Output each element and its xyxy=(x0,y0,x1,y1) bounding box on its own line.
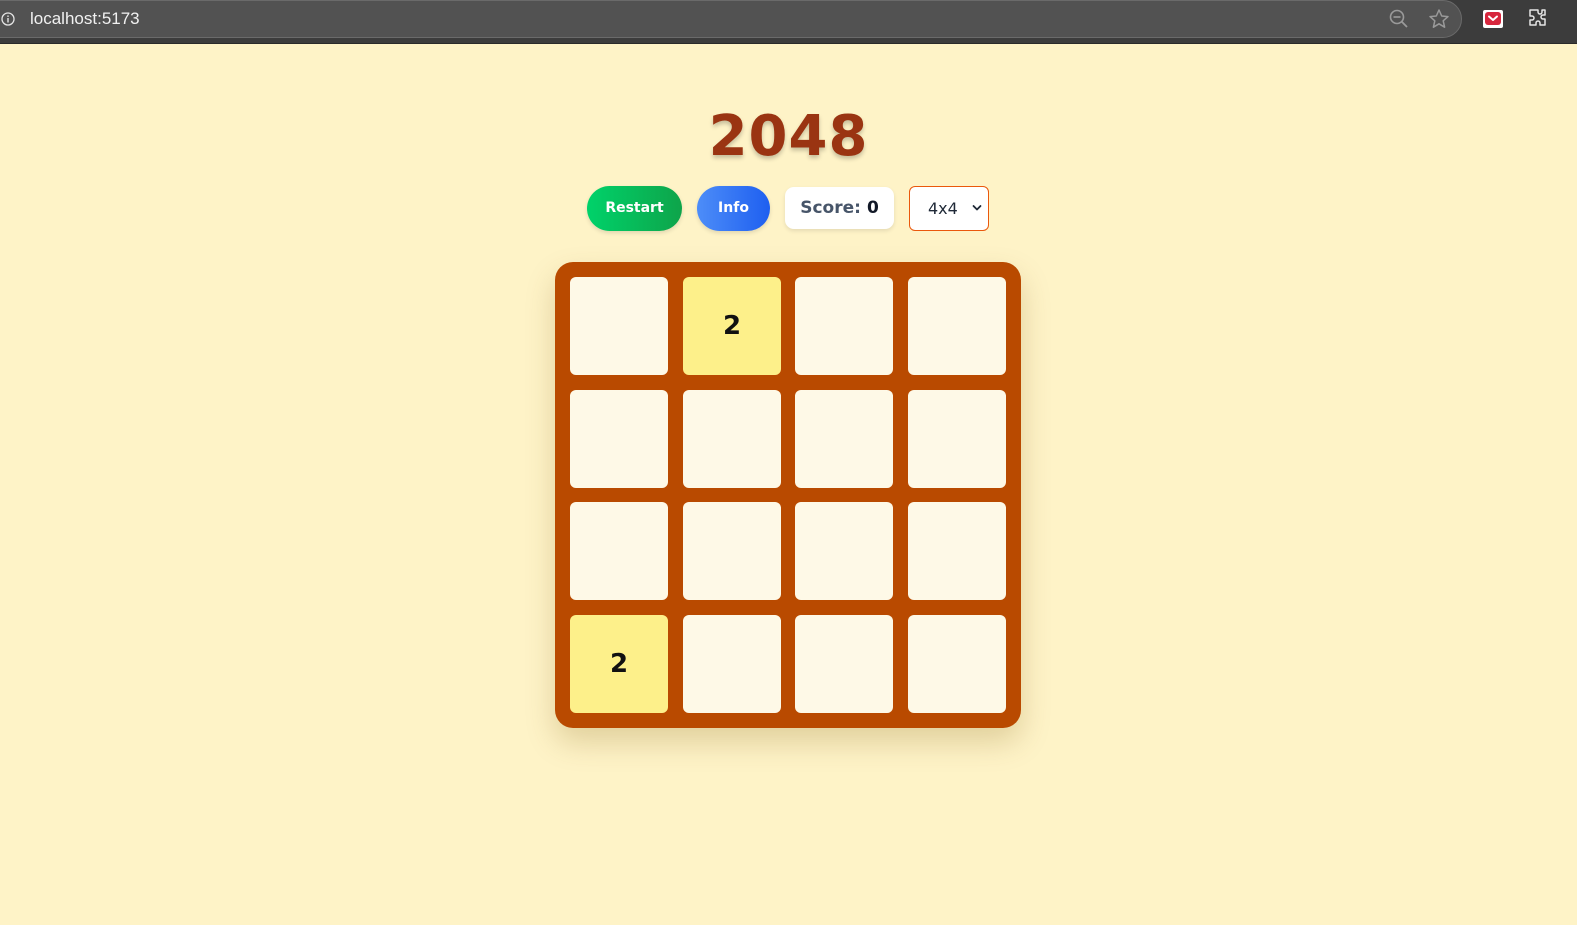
info-icon[interactable] xyxy=(1,12,15,26)
star-icon[interactable] xyxy=(1428,8,1450,30)
restart-button[interactable]: Restart xyxy=(587,186,682,231)
empty-cell xyxy=(570,502,668,600)
empty-cell xyxy=(683,390,781,488)
url-text[interactable]: localhost:5173 xyxy=(30,9,140,29)
empty-cell xyxy=(683,502,781,600)
game-title: 2048 xyxy=(708,104,869,169)
empty-cell xyxy=(908,615,1006,713)
tile: 2 xyxy=(570,615,668,713)
empty-cell xyxy=(795,390,893,488)
score-value: 0 xyxy=(866,198,879,218)
info-button[interactable]: Info xyxy=(697,186,770,231)
score-label: Score: xyxy=(800,198,861,218)
grid-size-select[interactable]: 4x4 xyxy=(909,186,989,231)
score-display: Score: 0 xyxy=(785,187,894,229)
zoom-out-icon[interactable] xyxy=(1388,8,1410,30)
grid-size-value: 4x4 xyxy=(928,199,958,218)
empty-cell xyxy=(908,502,1006,600)
pocket-icon[interactable] xyxy=(1482,8,1504,30)
empty-cell xyxy=(795,277,893,375)
empty-cell xyxy=(683,615,781,713)
empty-cell xyxy=(908,277,1006,375)
empty-cell xyxy=(795,615,893,713)
game-board[interactable]: 22 xyxy=(555,262,1021,728)
extensions-icon[interactable] xyxy=(1526,7,1548,29)
address-bar[interactable] xyxy=(0,0,1462,38)
empty-cell xyxy=(570,390,668,488)
empty-cell xyxy=(570,277,668,375)
empty-cell xyxy=(795,502,893,600)
empty-cell xyxy=(908,390,1006,488)
browser-toolbar: localhost:5173 xyxy=(0,0,1577,44)
tile: 2 xyxy=(683,277,781,375)
chevron-down-icon xyxy=(972,205,982,211)
